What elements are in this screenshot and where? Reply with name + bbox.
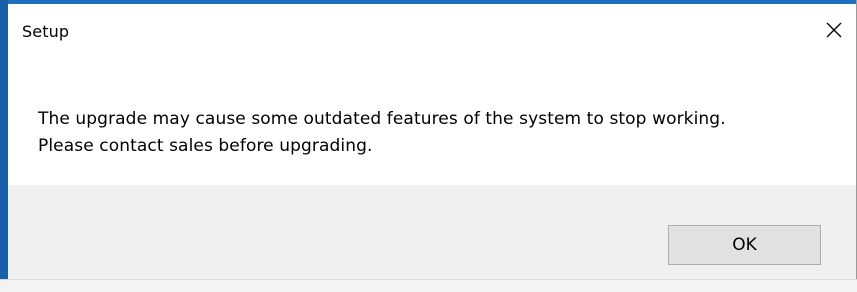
- background-strip: [0, 280, 857, 292]
- message-line-2: Please contact sales before upgrading.: [38, 136, 373, 156]
- close-button[interactable]: [816, 14, 852, 46]
- close-icon: [826, 22, 842, 38]
- button-bar: OK: [8, 185, 856, 280]
- title-bar[interactable]: Setup: [8, 4, 856, 60]
- setup-dialog: Setup The upgrade may cause some outdate…: [0, 0, 857, 292]
- message-line-1: The upgrade may cause some outdated feat…: [38, 109, 726, 129]
- message-area: The upgrade may cause some outdated feat…: [8, 60, 856, 185]
- ok-button[interactable]: OK: [668, 225, 821, 265]
- window-left-border: [0, 0, 8, 292]
- dialog-title: Setup: [22, 22, 70, 41]
